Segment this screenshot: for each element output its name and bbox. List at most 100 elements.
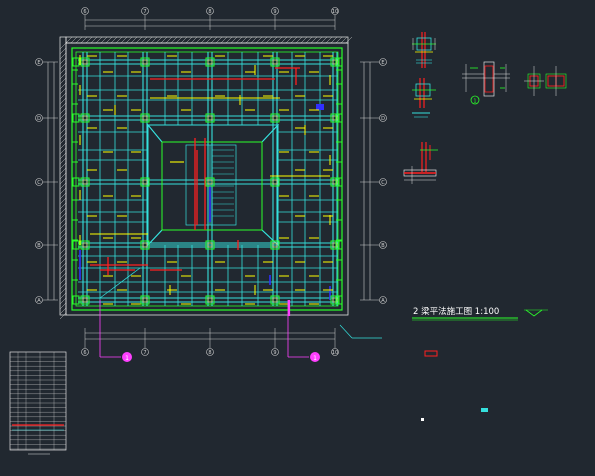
- drawing-title-block: 2 梁平法施工图 1:100: [412, 306, 548, 321]
- column-core: [142, 115, 148, 121]
- wall-hatch: [285, 36, 293, 44]
- section-marker-icon: 1: [470, 95, 480, 105]
- column: [140, 113, 150, 123]
- column-core: [82, 179, 88, 185]
- wall-hatch: [275, 36, 283, 44]
- wall-hatch: [200, 36, 208, 44]
- wall-hatch: [59, 287, 67, 295]
- column: [205, 57, 215, 67]
- grid-bubble-right-label: E: [381, 60, 384, 66]
- wall-hatch: [100, 36, 108, 44]
- grid-bubble-top-label: 6: [83, 9, 86, 15]
- wall-hatch: [59, 292, 67, 300]
- core-wall: [146, 123, 280, 247]
- wall-hatch: [59, 152, 67, 160]
- wall-hatch: [59, 257, 67, 265]
- wall-hatch: [185, 36, 193, 44]
- wall-hatch: [59, 177, 67, 185]
- grid-bubble-bottom-label: 6: [83, 350, 86, 356]
- drawing-title: 2 梁平法施工图 1:100: [413, 306, 499, 317]
- leader-line: [99, 267, 382, 339]
- wall-hatch: [59, 172, 67, 180]
- wall-hatch: [59, 102, 67, 110]
- grid-bubble-right-label: C: [381, 180, 385, 186]
- wall-hatch: [330, 36, 338, 44]
- balloon-label-left: 1: [125, 355, 129, 362]
- wall-hatch: [59, 162, 67, 170]
- wall-hatch: [59, 142, 67, 150]
- wall-hatch: [85, 36, 93, 44]
- balloon-label-right: 1: [313, 355, 317, 362]
- wall-hatch: [235, 36, 243, 44]
- cad-drawing-canvas: 667788991010E ED DC CB BA A 1 1 1 2 梁平法施…: [9, 7, 567, 455]
- wall-hatch: [59, 77, 67, 85]
- wall-hatch: [80, 36, 88, 44]
- wall-hatch: [59, 127, 67, 135]
- detail-callout-icon[interactable]: 1: [310, 352, 320, 362]
- column: [80, 113, 90, 123]
- wall-hatch: [59, 67, 67, 75]
- cad-viewport[interactable]: 6 6 7 7 8 8 9 9 10 10 E E D D C C B B A A: [0, 0, 595, 472]
- column-core: [82, 242, 88, 248]
- section-detail-6: [403, 142, 438, 184]
- wall-hatch: [255, 36, 263, 44]
- wall-hatch: [170, 36, 178, 44]
- wall-hatch: [59, 107, 67, 115]
- wall-hatch: [59, 272, 67, 280]
- grid-bubble-bottom-label: 9: [273, 350, 276, 356]
- column: [80, 177, 90, 187]
- rebar-schedule-table: [9, 351, 67, 455]
- wall-hatch: [105, 36, 113, 44]
- detail-callouts: [99, 300, 309, 358]
- wall-hatch: [135, 36, 143, 44]
- wall-hatch: [59, 212, 67, 220]
- column-core: [272, 59, 278, 65]
- red-beams: [90, 67, 300, 275]
- wall-hatch: [120, 36, 128, 44]
- grid-bubble-bottom-label: 7: [143, 350, 146, 356]
- wall-hatch: [300, 36, 308, 44]
- wall-hatch: [59, 247, 67, 255]
- wall-hatch: [290, 36, 298, 44]
- wall-hatch: [59, 312, 67, 320]
- wall-hatch: [210, 36, 218, 44]
- grid-bubble-top-label: 8: [208, 9, 211, 15]
- detail-callout-icon[interactable]: 1: [122, 352, 132, 362]
- wall-hatch: [59, 187, 67, 195]
- column-core: [82, 115, 88, 121]
- column: [80, 57, 90, 67]
- wall-hatch: [195, 36, 203, 44]
- wall-hatch: [220, 36, 228, 44]
- wall-hatch: [310, 36, 318, 44]
- wall-hatch: [165, 36, 173, 44]
- wall-hatch: [59, 242, 67, 250]
- wall-hatch: [59, 157, 67, 165]
- wall-hatch: [59, 57, 67, 65]
- wall-hatch: [59, 277, 67, 285]
- wall-hatch: [59, 87, 67, 95]
- column: [140, 295, 150, 305]
- wall-hatch: [180, 36, 188, 44]
- column-core: [207, 297, 213, 303]
- wall-hatch: [59, 237, 67, 245]
- wall-hatch: [305, 36, 313, 44]
- wall-hatch: [215, 36, 223, 44]
- column-core: [142, 179, 148, 185]
- section-detail-2: [412, 78, 436, 118]
- grid-bubble-bottom-label: 8: [208, 350, 211, 356]
- wall-hatch: [59, 167, 67, 175]
- wall-hatch: [260, 36, 268, 44]
- cyan-marker: [481, 408, 488, 412]
- wall-hatch: [59, 47, 67, 55]
- column-core: [82, 297, 88, 303]
- wall-hatch: [150, 36, 158, 44]
- grid-bubble-left-label: D: [37, 116, 41, 122]
- column: [270, 57, 280, 67]
- wall-hatch: [205, 36, 213, 44]
- wall-hatch: [59, 307, 67, 315]
- wall-hatch: [140, 36, 148, 44]
- column: [270, 295, 280, 305]
- wall-hatch: [59, 267, 67, 275]
- column-core: [82, 59, 88, 65]
- wall-hatch: [145, 36, 153, 44]
